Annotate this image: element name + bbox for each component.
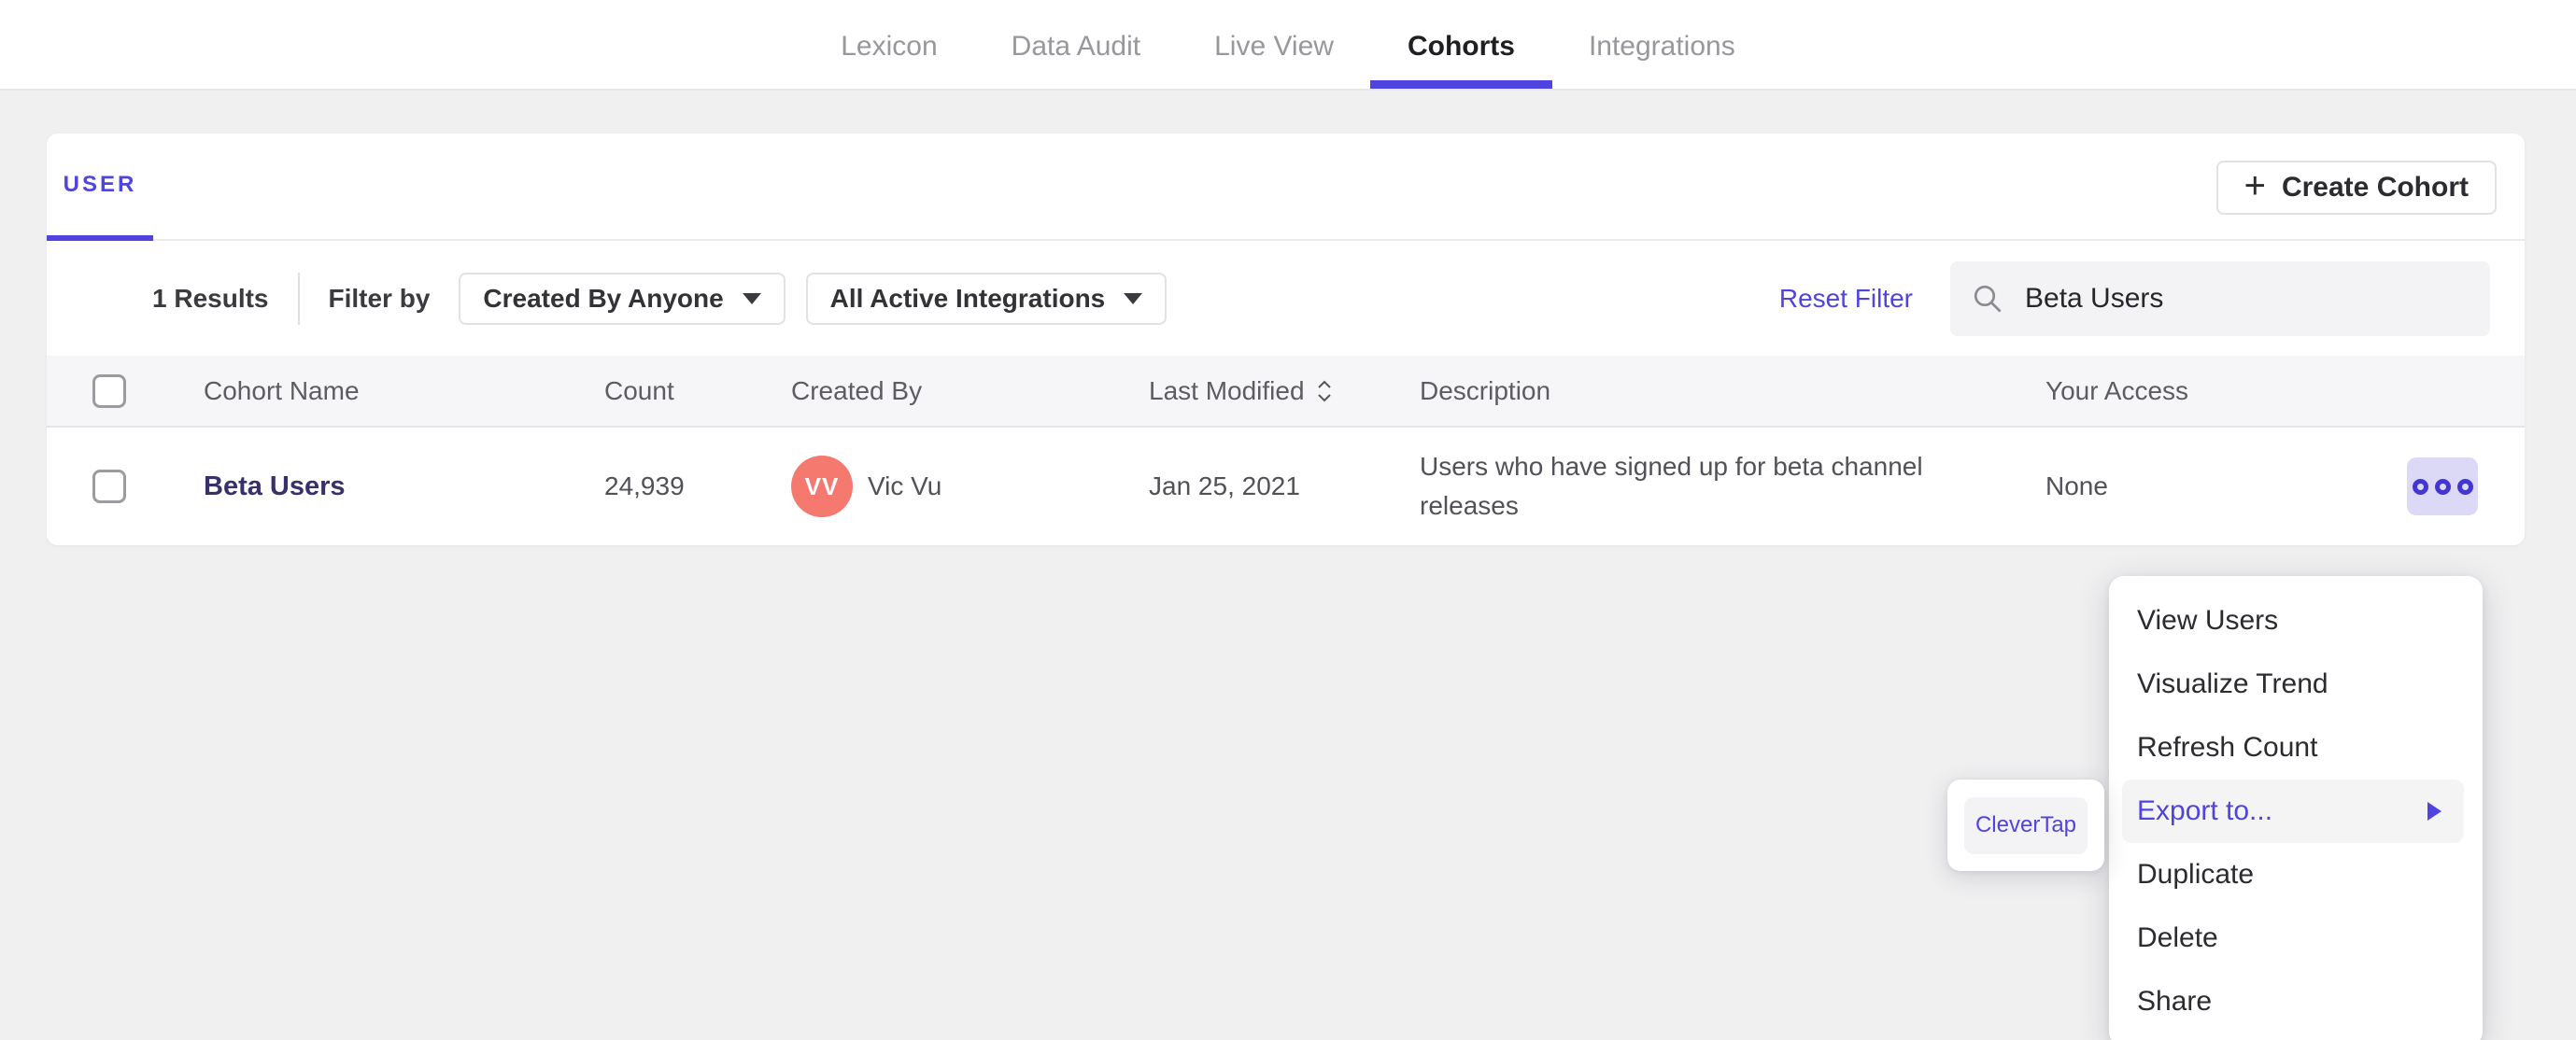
- menu-item-export-to-label: Export to...: [2137, 795, 2273, 826]
- chevron-down-icon: [1124, 292, 1143, 304]
- menu-item-duplicate[interactable]: Duplicate: [2122, 843, 2464, 906]
- submenu-arrow-icon: [2427, 802, 2442, 821]
- top-navigation-bar: Lexicon Data Audit Live View Cohorts Int…: [0, 0, 2576, 91]
- select-all-checkbox[interactable]: [92, 373, 126, 408]
- create-cohort-label: Create Cohort: [2281, 172, 2469, 203]
- cohort-count: 24,939: [604, 471, 685, 500]
- header-description: Description: [1420, 375, 1551, 405]
- search-input[interactable]: [2025, 282, 2436, 315]
- nav-tab-integrations[interactable]: Integrations: [1589, 0, 1735, 89]
- menu-item-delete[interactable]: Delete: [2122, 906, 2464, 970]
- header-checkbox-cell: [47, 373, 204, 408]
- tab-user[interactable]: USER: [47, 134, 153, 241]
- integrations-dropdown[interactable]: All Active Integrations: [805, 272, 1168, 325]
- chevron-down-icon: [742, 292, 761, 304]
- created-by-name: Vic Vu: [868, 471, 942, 500]
- cohort-name-link[interactable]: Beta Users: [204, 471, 604, 502]
- submenu-item-clevertap[interactable]: CleverTap: [1964, 796, 2088, 854]
- row-actions-cell: [2407, 457, 2525, 515]
- page-body: USER + Create Cohort 1 Results Filter by…: [0, 91, 2576, 1040]
- menu-item-refresh-count[interactable]: Refresh Count: [2122, 716, 2464, 780]
- plus-icon: +: [2243, 165, 2266, 206]
- search-icon: [1974, 285, 2002, 312]
- header-your-access: Your Access: [2045, 375, 2189, 405]
- nav-tab-lexicon[interactable]: Lexicon: [841, 0, 937, 89]
- main-nav: Lexicon Data Audit Live View Cohorts Int…: [841, 0, 1735, 89]
- created-by-dropdown[interactable]: Created By Anyone: [459, 272, 786, 325]
- nav-tab-cohorts[interactable]: Cohorts: [1369, 0, 1552, 89]
- ellipsis-icon: [2434, 478, 2451, 495]
- last-modified-value: Jan 25, 2021: [1149, 471, 1300, 500]
- ellipsis-icon: [2412, 478, 2428, 495]
- menu-item-view-users[interactable]: View Users: [2122, 589, 2464, 653]
- export-submenu: CleverTap: [1947, 780, 2104, 871]
- reset-filter-link[interactable]: Reset Filter: [1779, 284, 1913, 314]
- results-count: 1 Results: [152, 283, 269, 313]
- filter-by-label: Filter by: [328, 283, 431, 313]
- header-cohort-name: Cohort Name: [204, 375, 360, 405]
- row-context-menu: View Users Visualize Trend Refresh Count…: [2109, 576, 2483, 1040]
- menu-item-share[interactable]: Share: [2122, 970, 2464, 1033]
- search-box[interactable]: [1950, 260, 2490, 336]
- header-last-modified[interactable]: Last Modified: [1149, 376, 1420, 406]
- nav-tab-data-audit[interactable]: Data Audit: [1012, 0, 1140, 89]
- panel-tabs-row: USER + Create Cohort: [47, 134, 2525, 241]
- header-count: Count: [604, 375, 674, 405]
- row-checkbox-cell: [47, 470, 204, 503]
- menu-item-export-to[interactable]: Export to...: [2122, 780, 2464, 843]
- header-created-by: Created By: [791, 375, 923, 405]
- filter-bar: 1 Results Filter by Created By Anyone Al…: [47, 241, 2525, 356]
- header-last-modified-label: Last Modified: [1149, 375, 1305, 405]
- integrations-dropdown-value: All Active Integrations: [829, 283, 1106, 313]
- ellipsis-icon: [2456, 478, 2473, 495]
- filter-divider: [297, 272, 300, 325]
- table-row: Beta Users 24,939 VV Vic Vu Jan 25, 2021…: [47, 428, 2525, 545]
- cohort-description: Users who have signed up for beta channe…: [1420, 452, 1923, 520]
- row-actions-button[interactable]: [2407, 457, 2478, 515]
- your-access-value: None: [2045, 471, 2108, 500]
- cohorts-panel: USER + Create Cohort 1 Results Filter by…: [47, 134, 2525, 545]
- sort-icon[interactable]: [1314, 377, 1335, 405]
- nav-tab-live-view[interactable]: Live View: [1214, 0, 1334, 89]
- avatar: VV: [791, 456, 853, 517]
- created-by-dropdown-value: Created By Anyone: [483, 283, 724, 313]
- menu-item-visualize-trend[interactable]: Visualize Trend: [2122, 653, 2464, 716]
- row-checkbox[interactable]: [92, 470, 126, 503]
- created-by-cell: VV Vic Vu: [791, 456, 1149, 517]
- table-header-row: Cohort Name Count Created By Last Modifi…: [47, 356, 2525, 428]
- create-cohort-button[interactable]: + Create Cohort: [2215, 161, 2497, 215]
